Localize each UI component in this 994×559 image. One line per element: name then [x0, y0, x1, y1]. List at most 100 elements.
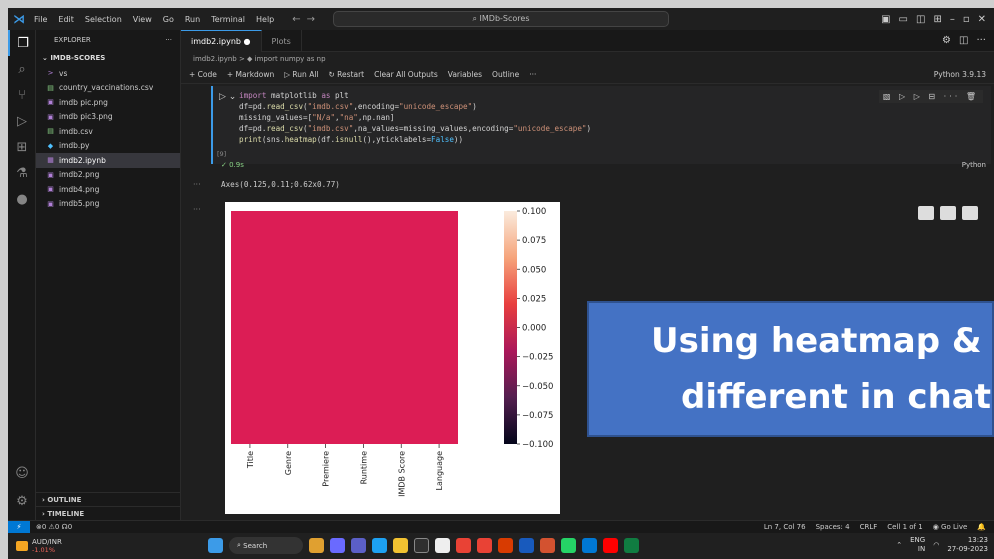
minimize-button[interactable]: – — [950, 14, 955, 25]
powerpoint-icon[interactable] — [540, 538, 555, 553]
python-icon[interactable]: ● — [8, 186, 36, 212]
file-item[interactable]: ▤ country_vaccinations.csv — [36, 81, 180, 96]
file-item[interactable]: ▣ imdb4.png — [36, 182, 180, 197]
explorer-icon[interactable]: ❐ — [8, 30, 36, 56]
clear-outputs-button[interactable]: Clear All Outputs — [374, 70, 438, 79]
teams-icon[interactable] — [351, 538, 366, 553]
tab-imdb2-ipynb[interactable]: imdb2.ipynb ● — [181, 30, 262, 52]
customize-layout-icon[interactable]: ⊞ — [933, 14, 941, 25]
caption-overlay: Using heatmap & different in chat — [587, 301, 994, 437]
maximize-button[interactable]: ▫ — [963, 14, 970, 25]
cell-language[interactable]: Python — [962, 161, 986, 169]
app-icon[interactable] — [309, 538, 324, 553]
output-menu-icon[interactable]: ··· — [193, 205, 201, 214]
vscode-window: ⋊ File Edit Selection View Go Run Terminal Help… — [8, 8, 994, 559]
cell-indicator[interactable]: Cell 1 of 1 — [887, 523, 922, 531]
edge-icon[interactable] — [372, 538, 387, 553]
layout-icon[interactable]: ▣ — [881, 14, 890, 25]
copy-output-icon[interactable] — [918, 206, 934, 220]
menu-item[interactable]: View — [133, 15, 152, 24]
source-control-icon[interactable]: ⑂ — [8, 82, 36, 108]
file-item[interactable]: ▣ imdb pic.png — [36, 95, 180, 110]
line-ending[interactable]: CRLF — [860, 523, 878, 531]
add-markdown-button[interactable]: + Markdown — [227, 70, 274, 79]
menu-item[interactable]: Run — [185, 15, 200, 24]
cell-toolbar[interactable]: ▧ ▷ ▷ ⊟ ··· 🗑 — [878, 90, 983, 103]
account-icon[interactable]: ☺ — [8, 460, 36, 486]
code-editor[interactable]: import matplotlib as plt df=pd.read_csv(… — [213, 86, 991, 145]
timeline-section[interactable]: › TIMELINE — [36, 506, 181, 520]
youtube-icon[interactable] — [603, 538, 618, 553]
tray-overflow-icon[interactable]: ⌃ — [896, 541, 902, 549]
file-explorer-icon[interactable] — [393, 538, 408, 553]
cursor-position[interactable]: Ln 7, Col 76 — [764, 523, 806, 531]
file-item[interactable]: > vs — [36, 66, 180, 81]
search-icon[interactable]: ⌕ — [8, 56, 36, 82]
file-item[interactable]: ▦ imdb2.ipynb — [36, 153, 180, 168]
file-item[interactable]: ▤ imdb.csv — [36, 124, 180, 139]
settings-gear-icon[interactable]: ⚙ — [8, 488, 36, 514]
clock[interactable]: 13:23 27-09-2023 — [947, 536, 988, 554]
stock-widget[interactable]: AUD/INR -1.01% — [8, 538, 62, 554]
extensions-icon[interactable]: ⊞ — [8, 134, 36, 160]
run-debug-icon[interactable]: ▷ — [8, 108, 36, 134]
menu-item[interactable]: Terminal — [211, 15, 245, 24]
code-cell[interactable]: ▷ ⌄ [9] ▧ ▷ ▷ ⊟ ··· 🗑 import matplotlib … — [211, 86, 991, 164]
kernel-picker[interactable]: Python 3.9.13 — [934, 70, 994, 79]
tab-plots[interactable]: Plots — [262, 30, 302, 52]
split-editor-icon[interactable]: ◫ — [959, 35, 968, 46]
excel-icon[interactable] — [624, 538, 639, 553]
office-icon[interactable] — [498, 538, 513, 553]
menu-item[interactable]: File — [34, 15, 47, 24]
remote-icon[interactable]: ⚡ — [8, 520, 30, 534]
indentation[interactable]: Spaces: 4 — [816, 523, 850, 531]
menu-item[interactable]: Selection — [85, 15, 122, 24]
app-icon[interactable] — [477, 538, 492, 553]
wifi-icon[interactable]: ◠ — [933, 541, 939, 549]
vscode-taskbar-icon[interactable] — [582, 538, 597, 553]
more-icon[interactable]: ··· — [165, 36, 172, 44]
panel-icon[interactable]: ▭ — [899, 14, 908, 25]
file-item[interactable]: ▣ imdb pic3.png — [36, 110, 180, 125]
split-icon[interactable]: ◫ — [916, 14, 925, 25]
run-all-button[interactable]: ▷ Run All — [284, 70, 318, 79]
app-icon[interactable] — [435, 538, 450, 553]
open-output-icon[interactable] — [940, 206, 956, 220]
app-icon[interactable] — [330, 538, 345, 553]
breadcrumb[interactable]: imdb2.ipynb > ◆ import numpy as np — [181, 52, 994, 66]
nav-arrows-icon[interactable]: ←→ — [292, 14, 321, 25]
save-output-icon[interactable] — [962, 206, 978, 220]
restart-button[interactable]: ↻ Restart — [329, 70, 365, 79]
run-cell-icon[interactable]: ▷ ⌄ — [219, 92, 236, 102]
menu-item[interactable]: Go — [163, 15, 174, 24]
file-item[interactable]: ▣ imdb5.png — [36, 197, 180, 212]
variables-button[interactable]: Variables — [448, 70, 482, 79]
outline-section[interactable]: › OUTLINE — [36, 492, 181, 506]
taskbar-search[interactable]: ⌕ Search — [229, 537, 303, 554]
close-button[interactable]: ✕ — [978, 14, 986, 25]
outline-button[interactable]: Outline — [492, 70, 519, 79]
file-label: imdb4.png — [59, 184, 100, 194]
app-icon[interactable] — [414, 538, 429, 553]
whatsapp-icon[interactable] — [561, 538, 576, 553]
file-label: vs — [59, 68, 68, 78]
menu-item[interactable]: Edit — [58, 15, 74, 24]
add-code-button[interactable]: + Code — [189, 70, 217, 79]
file-item[interactable]: ◆ imdb.py — [36, 139, 180, 154]
workspace-folder[interactable]: ⌄ IMDB-SCORES — [36, 50, 180, 66]
gear-icon[interactable]: ⚙ — [942, 35, 951, 46]
menu-item[interactable]: Help — [256, 15, 274, 24]
file-item[interactable]: ▣ imdb2.png — [36, 168, 180, 183]
word-icon[interactable] — [519, 538, 534, 553]
notifications-icon[interactable]: 🔔 — [977, 523, 986, 531]
output-menu-icon[interactable]: ··· — [193, 180, 201, 189]
more-actions-button[interactable]: ··· — [529, 70, 536, 79]
start-button-icon[interactable] — [208, 538, 223, 553]
input-language[interactable]: ENG IN — [910, 536, 925, 554]
chrome-icon[interactable] — [456, 538, 471, 553]
go-live-button[interactable]: ◉ Go Live — [933, 523, 968, 531]
testing-icon[interactable]: ⚗ — [8, 160, 36, 186]
command-center-search[interactable]: ⌕ IMDb-Scores — [333, 11, 669, 27]
more-icon[interactable]: ··· — [976, 35, 986, 46]
problems-indicator[interactable]: ⊗0 ⚠0 ☊0 — [36, 523, 72, 531]
